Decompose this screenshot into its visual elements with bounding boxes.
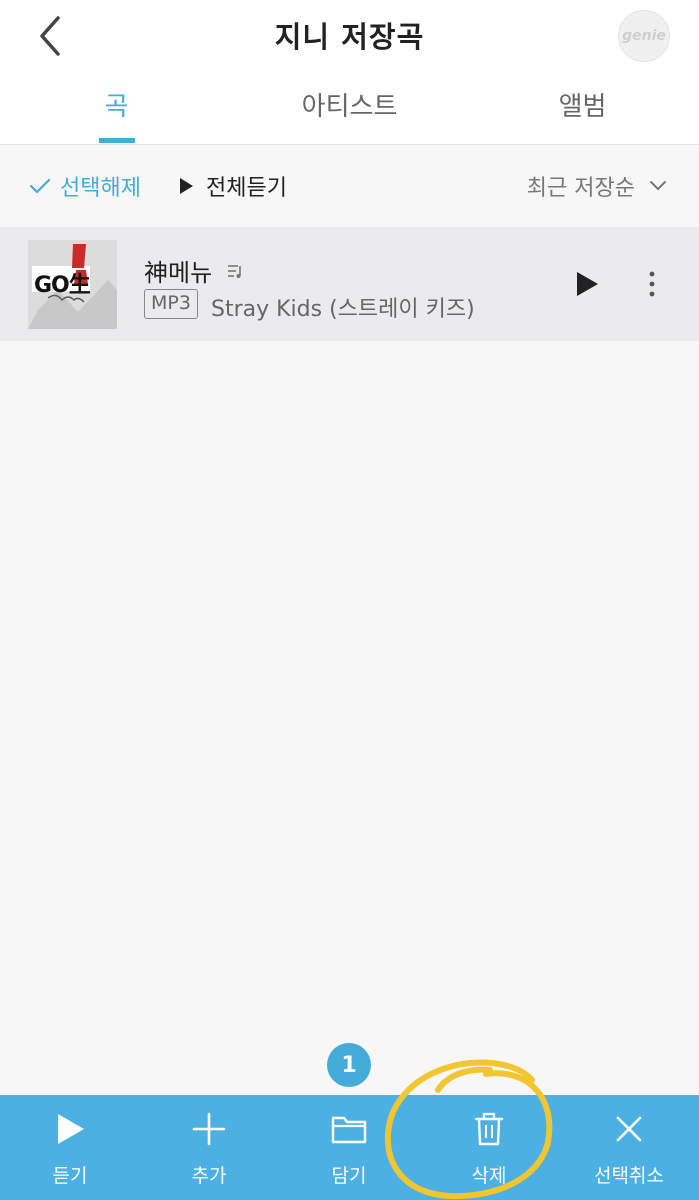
play-icon (180, 178, 193, 194)
cancel-selection-button[interactable]: 선택취소 (559, 1095, 699, 1200)
tab-artists[interactable]: 아티스트 (233, 86, 466, 123)
format-badge: MP3 (144, 289, 198, 319)
song-more-button[interactable] (645, 270, 659, 302)
chevron-down-icon (650, 181, 666, 190)
logo-text: genie (622, 28, 666, 44)
list-toolbar: 선택해제 전체듣기 최근 저장순 (0, 146, 699, 226)
more-vertical-icon (649, 271, 655, 297)
app-header: 지니 저장곡 genie 곡 아티스트 앨범 (0, 0, 699, 145)
sort-dropdown[interactable]: 최근 저장순 (527, 170, 667, 202)
deselect-button[interactable]: 선택해제 (28, 170, 141, 202)
song-list-item[interactable]: GO生 神메뉴 MP3 Stray Kids (스트레이 키즈) (0, 227, 699, 341)
close-icon (616, 1116, 642, 1142)
sort-label: 최근 저장순 (526, 176, 635, 201)
artist-name: Stray Kids (스트레이 키즈) (211, 297, 475, 322)
add-button[interactable]: 추가 (139, 1095, 279, 1200)
album-art-text: GO生 (34, 273, 91, 298)
play-all-label: 전체듣기 (206, 176, 287, 201)
page-title: 지니 저장곡 (274, 20, 425, 54)
play-label: 듣기 (52, 1165, 88, 1187)
play-icon (577, 272, 598, 296)
lyrics-icon (228, 264, 241, 278)
song-title-text: 神메뉴 (144, 259, 213, 287)
checkmark-icon (29, 178, 51, 194)
active-tab-indicator (99, 138, 135, 143)
tab-albums[interactable]: 앨범 (466, 86, 699, 123)
tab-bar: 곡 아티스트 앨범 (0, 72, 699, 144)
selection-count-badge: 1 (327, 1043, 371, 1087)
genie-logo[interactable]: genie (618, 10, 670, 62)
deselect-label: 선택해제 (60, 176, 141, 201)
delete-button[interactable]: 삭제 (419, 1095, 559, 1200)
trash-icon (474, 1112, 504, 1146)
folder-icon (331, 1116, 367, 1144)
play-icon (58, 1114, 84, 1144)
add-label: 추가 (191, 1165, 227, 1187)
cancel-selection-label: 선택취소 (594, 1165, 664, 1187)
album-art: GO生 (28, 240, 117, 329)
save-to-playlist-button[interactable]: 담기 (279, 1095, 419, 1200)
delete-label: 삭제 (471, 1165, 507, 1187)
play-all-button[interactable]: 전체듣기 (178, 170, 287, 202)
bottom-action-bar: 듣기 추가 담기 삭제 선택취소 (0, 1095, 699, 1200)
song-play-button[interactable] (574, 270, 600, 302)
tab-songs[interactable]: 곡 (0, 86, 233, 123)
plus-icon (192, 1112, 226, 1146)
song-title: 神메뉴 (144, 253, 244, 288)
save-to-playlist-label: 담기 (331, 1165, 367, 1187)
play-button[interactable]: 듣기 (0, 1095, 140, 1200)
